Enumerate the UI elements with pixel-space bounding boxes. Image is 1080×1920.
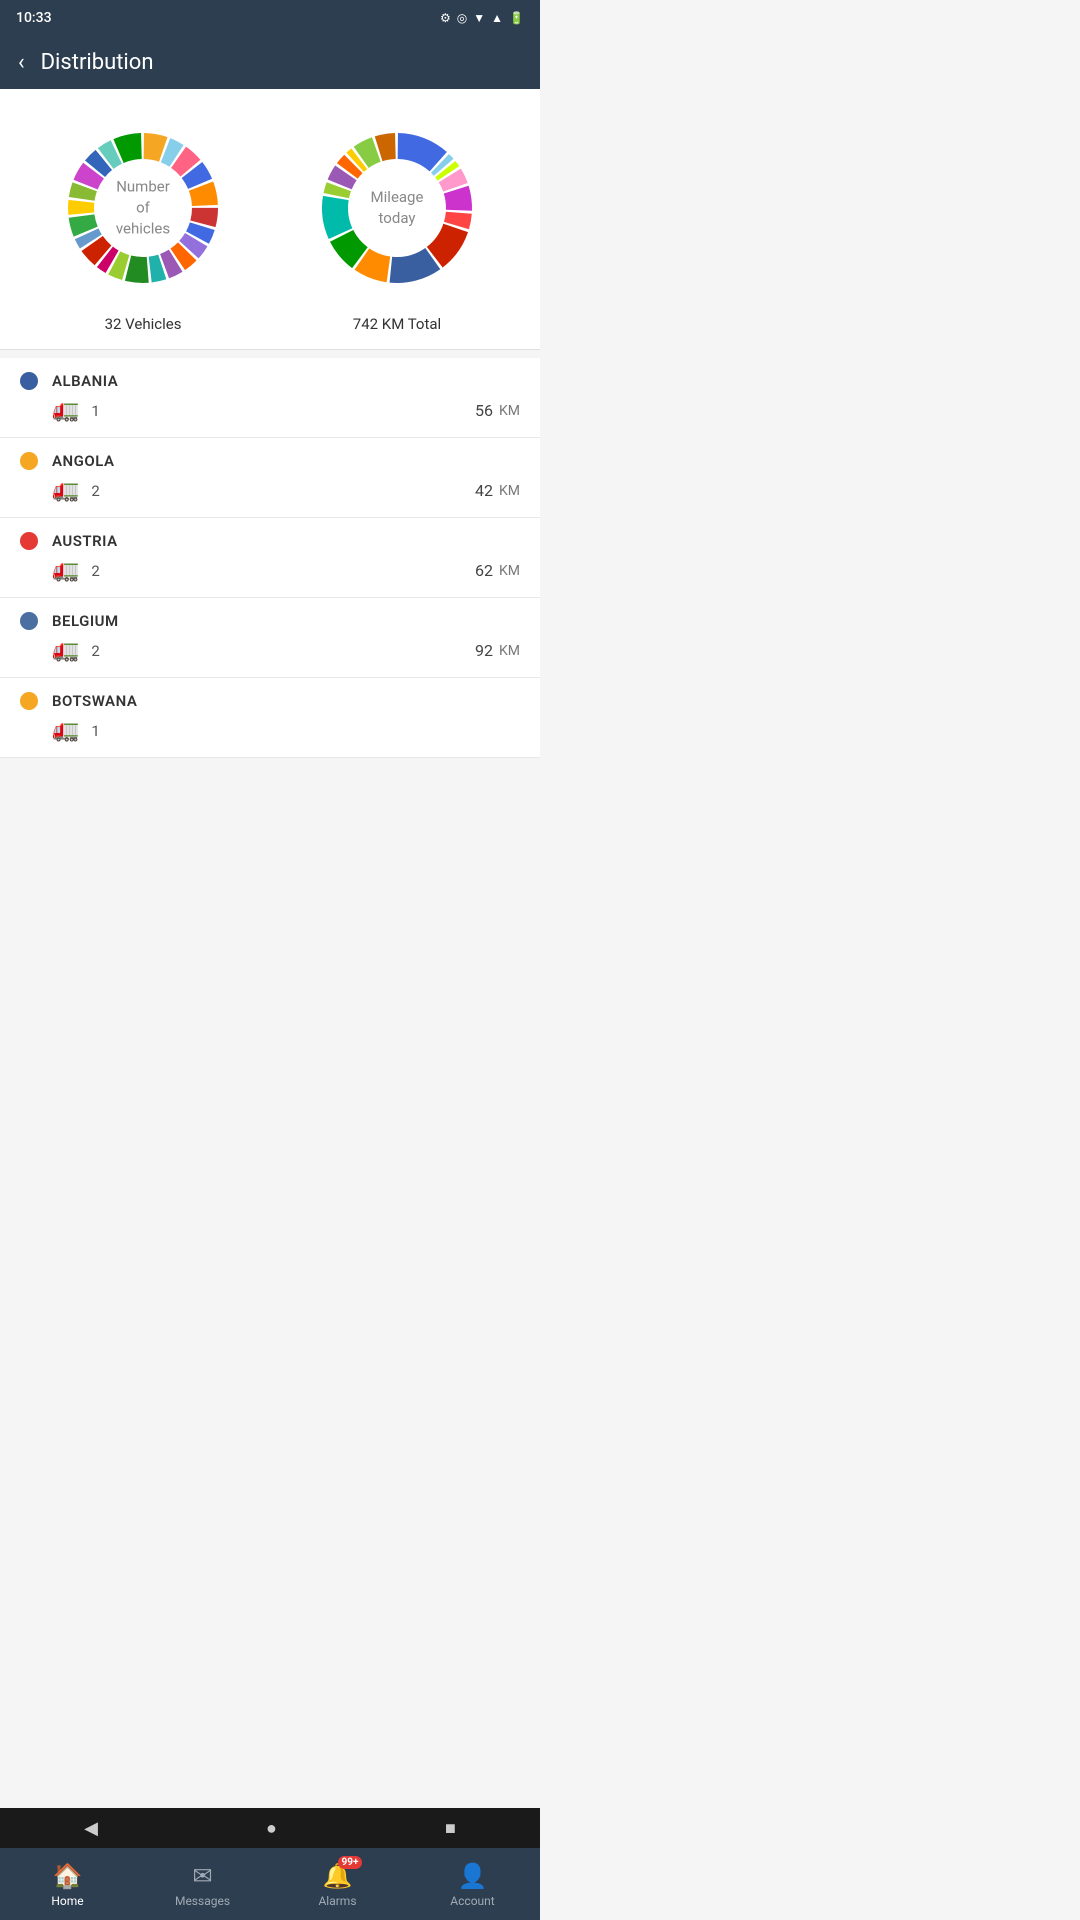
country-name: ALBANIA — [52, 372, 118, 390]
status-icons: ⚙ ◎ ▼ ▲ 🔋 — [440, 11, 524, 25]
alarms-label: Alarms — [318, 1894, 356, 1908]
vehicles-donut: Numberofvehicles — [48, 113, 238, 303]
vehicles-total: 32 Vehicles — [105, 315, 182, 333]
country-color-dot — [20, 692, 38, 710]
signal-icon: ▲ — [491, 11, 503, 25]
km-value: 56 — [475, 401, 493, 420]
nav-item-home[interactable]: 🏠 Home — [38, 1862, 98, 1908]
alarm-badge: 99+ — [338, 1856, 363, 1869]
account-label: Account — [450, 1894, 494, 1908]
km-unit: KM — [499, 643, 520, 659]
vehicle-count: 1 — [91, 722, 99, 740]
mileage-total: 742 KM Total — [353, 315, 441, 333]
header: ‹ Distribution — [0, 36, 540, 89]
nav-item-messages[interactable]: ✉ Messages — [173, 1862, 233, 1908]
country-item[interactable]: BELGIUM 🚛 2 92 KM — [0, 598, 540, 678]
country-name: BELGIUM — [52, 612, 119, 630]
nav-item-alarms[interactable]: 🔔 99+ Alarms — [308, 1862, 368, 1908]
back-android-icon[interactable]: ◀ — [84, 1818, 98, 1839]
mileage-donut: Mileagetoday — [302, 113, 492, 303]
page-title: Distribution — [41, 50, 154, 75]
mileage-center-label: Mileagetoday — [371, 187, 424, 229]
messages-icon: ✉ — [192, 1862, 212, 1890]
truck-icon: 🚛 — [52, 718, 79, 743]
vehicle-count: 2 — [91, 642, 99, 660]
at-icon: ◎ — [457, 11, 467, 25]
status-time: 10:33 — [16, 10, 52, 26]
back-button[interactable]: ‹ — [18, 50, 25, 75]
nav-item-account[interactable]: 👤 Account — [443, 1862, 503, 1908]
battery-icon: 🔋 — [509, 11, 524, 25]
country-item[interactable]: ALBANIA 🚛 1 56 KM — [0, 358, 540, 438]
km-unit: KM — [499, 563, 520, 579]
vehicle-count: 1 — [91, 402, 99, 420]
home-icon: 🏠 — [53, 1862, 83, 1890]
vehicles-chart: Numberofvehicles 32 Vehicles — [48, 113, 238, 333]
country-list: ALBANIA 🚛 1 56 KM ANGOLA 🚛 2 42 KM — [0, 358, 540, 758]
charts-divider — [0, 349, 540, 350]
km-value: 92 — [475, 641, 493, 660]
mileage-chart: Mileagetoday 742 KM Total — [302, 113, 492, 333]
truck-icon: 🚛 — [52, 398, 79, 423]
country-name: ANGOLA — [52, 452, 114, 470]
truck-icon: 🚛 — [52, 558, 79, 583]
km-value: 62 — [475, 561, 493, 580]
truck-icon: 🚛 — [52, 478, 79, 503]
bottom-nav: 🏠 Home ✉ Messages 🔔 99+ Alarms 👤 Account — [0, 1848, 540, 1920]
country-color-dot — [20, 612, 38, 630]
alarm-wrap: 🔔 99+ — [323, 1862, 353, 1890]
messages-label: Messages — [175, 1894, 230, 1908]
vehicle-count: 2 — [91, 562, 99, 580]
country-color-dot — [20, 372, 38, 390]
km-value: 42 — [475, 481, 493, 500]
country-name: AUSTRIA — [52, 532, 118, 550]
home-android-icon[interactable]: ● — [266, 1818, 277, 1839]
account-icon: 👤 — [458, 1862, 488, 1890]
recents-android-icon[interactable]: ■ — [445, 1818, 456, 1839]
country-item[interactable]: BOTSWANA 🚛 1 — [0, 678, 540, 758]
status-bar: 10:33 ⚙ ◎ ▼ ▲ 🔋 — [0, 0, 540, 36]
android-nav-bar: ◀ ● ■ — [0, 1808, 540, 1848]
home-label: Home — [51, 1894, 83, 1908]
country-color-dot — [20, 532, 38, 550]
charts-section: Numberofvehicles 32 Vehicles Mileagetoda… — [0, 89, 540, 349]
country-item[interactable]: AUSTRIA 🚛 2 62 KM — [0, 518, 540, 598]
km-unit: KM — [499, 483, 520, 499]
vehicles-center-label: Numberofvehicles — [116, 177, 170, 240]
settings-icon: ⚙ — [440, 11, 451, 25]
wifi-icon: ▼ — [473, 11, 485, 25]
country-name: BOTSWANA — [52, 692, 137, 710]
truck-icon: 🚛 — [52, 638, 79, 663]
country-color-dot — [20, 452, 38, 470]
km-unit: KM — [499, 403, 520, 419]
vehicle-count: 2 — [91, 482, 99, 500]
country-item[interactable]: ANGOLA 🚛 2 42 KM — [0, 438, 540, 518]
